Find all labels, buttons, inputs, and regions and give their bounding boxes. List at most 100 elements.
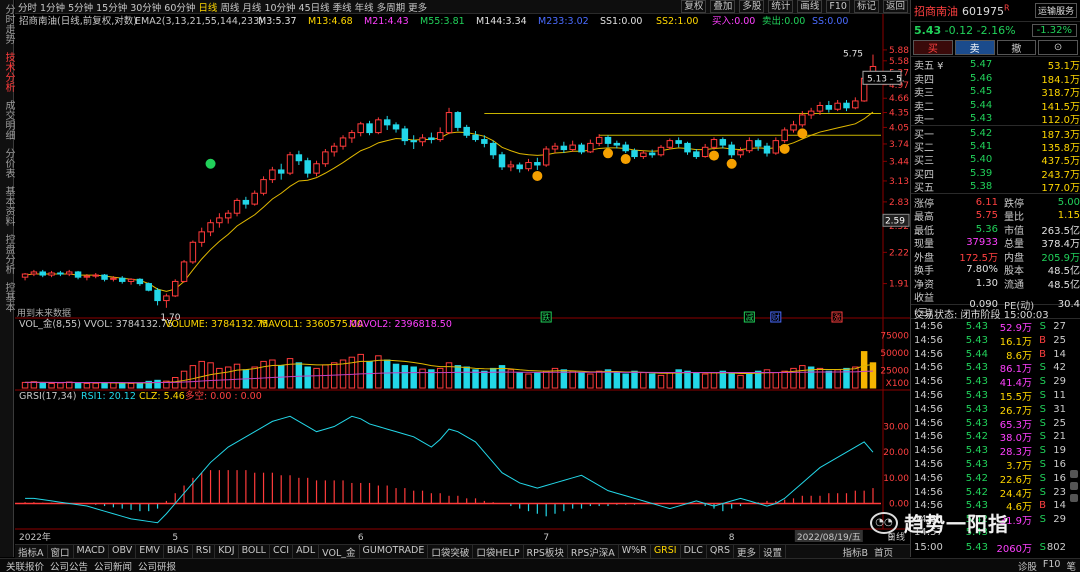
period-tab-2[interactable]: 5分钟 <box>68 0 93 14</box>
candle[interactable] <box>657 146 665 156</box>
candle[interactable] <box>436 132 444 141</box>
indicator-tab-22[interactable]: 设置 <box>760 545 786 558</box>
candle[interactable] <box>401 128 409 142</box>
candle[interactable] <box>693 151 700 158</box>
sell-button[interactable]: 卖 <box>954 40 995 55</box>
candle[interactable] <box>640 152 647 158</box>
indicator-tab-13[interactable]: 口袋突破 <box>428 545 474 558</box>
side-tab-3[interactable]: 分价表 <box>1 148 16 178</box>
candle[interactable] <box>684 142 691 153</box>
indicator-tab-15[interactable]: RPS板块 <box>524 545 568 558</box>
candle[interactable] <box>163 295 170 302</box>
candle[interactable] <box>542 148 550 166</box>
order-book-row[interactable]: 卖二 5.44 141.5万 <box>911 98 1080 113</box>
top-button-4[interactable]: 画线 <box>797 0 823 13</box>
scroll-up-handle[interactable] <box>1070 470 1078 478</box>
candle[interactable] <box>622 144 629 152</box>
order-book-row[interactable]: 买四 5.39 243.7万 <box>911 166 1080 181</box>
top-button-3[interactable]: 统计 <box>768 0 794 13</box>
status-link-3[interactable]: 公司研报 <box>138 559 176 572</box>
indicator-tab-2[interactable]: MACD <box>74 545 109 558</box>
candle[interactable] <box>313 163 320 174</box>
status-right-1[interactable]: F10 <box>1043 559 1061 572</box>
candle[interactable] <box>207 222 214 233</box>
candle[interactable] <box>251 192 258 205</box>
top-button-1[interactable]: 叠加 <box>710 0 736 13</box>
candle[interactable] <box>816 105 824 112</box>
candle[interactable] <box>489 142 497 156</box>
candle[interactable] <box>675 140 682 144</box>
indicator-tab-8[interactable]: BOLL <box>239 545 270 558</box>
candle[interactable] <box>339 137 347 147</box>
candle[interactable] <box>737 150 744 156</box>
indicator-tab-3[interactable]: OBV <box>109 545 137 558</box>
candle[interactable] <box>595 136 603 144</box>
candle[interactable] <box>136 278 144 285</box>
candle[interactable] <box>357 123 364 134</box>
order-book-row[interactable]: 买二 5.41 135.8万 <box>911 139 1080 154</box>
indicator-tab-11[interactable]: VOL_金 <box>319 545 360 558</box>
indicator-tab-18[interactable]: GRSI <box>651 545 681 558</box>
indicator-tab-6[interactable]: RSI <box>193 545 216 558</box>
more-trade-button[interactable]: ⊙ <box>1038 40 1078 55</box>
indicator-right-0[interactable]: 指标B <box>839 545 871 558</box>
period-tab-4[interactable]: 30分钟 <box>130 0 161 14</box>
candle[interactable] <box>419 137 426 143</box>
candle[interactable] <box>366 123 373 134</box>
order-book-row[interactable]: 买一 5.42 187.3万 <box>911 124 1080 141</box>
indicator-tab-10[interactable]: ADL <box>293 545 320 558</box>
order-book-row[interactable]: 买三 5.40 437.5万 <box>911 152 1080 167</box>
candle[interactable] <box>295 154 303 162</box>
side-tab-0[interactable]: 分时走势 <box>1 4 16 44</box>
candle[interactable] <box>604 136 612 144</box>
indicator-tab-1[interactable]: 窗口 <box>48 545 74 558</box>
candle[interactable] <box>516 164 523 170</box>
order-book-row[interactable]: 卖三 5.45 318.7万 <box>911 84 1080 99</box>
candle[interactable] <box>348 132 356 139</box>
candle[interactable] <box>507 164 515 168</box>
candle[interactable] <box>118 277 126 282</box>
candle[interactable] <box>216 217 223 224</box>
order-book-row[interactable]: 卖五 ¥5.47 53.1万 <box>911 57 1080 72</box>
candle[interactable] <box>224 212 232 219</box>
period-tab-8[interactable]: 月线 <box>242 0 261 14</box>
period-tab-0[interactable]: 分时 <box>18 0 37 14</box>
candle[interactable] <box>110 277 117 280</box>
candle[interactable] <box>428 137 435 141</box>
top-button-6[interactable]: 标记 <box>853 0 879 13</box>
candle[interactable] <box>154 289 161 302</box>
candle[interactable] <box>631 150 638 158</box>
candle[interactable] <box>269 169 276 181</box>
candle[interactable] <box>525 162 532 170</box>
candle[interactable] <box>587 142 594 153</box>
candle[interactable] <box>330 145 338 153</box>
candle[interactable] <box>322 151 329 165</box>
indicator-tab-0[interactable]: 指标A <box>15 545 48 558</box>
period-tab-11[interactable]: 季线 <box>333 0 352 14</box>
candle[interactable] <box>746 140 753 152</box>
order-book-row[interactable]: 卖四 5.46 184.1万 <box>911 71 1080 86</box>
candle[interactable] <box>534 162 541 166</box>
candle[interactable] <box>180 261 188 282</box>
candle[interactable] <box>472 134 479 141</box>
top-button-2[interactable]: 多股 <box>739 0 765 13</box>
indicator-tab-19[interactable]: DLC <box>681 545 707 558</box>
candle[interactable] <box>48 272 55 276</box>
candle[interactable] <box>569 144 576 151</box>
candle[interactable] <box>65 271 73 275</box>
kline-chart-area[interactable]: 招商南油(日线,前复权,对数)EMA2(3,13,21,55,144,233)M… <box>15 14 910 543</box>
indicator-tab-21[interactable]: 更多 <box>734 545 760 558</box>
candle[interactable] <box>560 145 568 151</box>
period-tab-14[interactable]: 更多 <box>408 0 427 14</box>
indicator-tab-12[interactable]: GUMOTRADE <box>360 545 429 558</box>
candle[interactable] <box>92 274 99 277</box>
status-right-0[interactable]: 诊股 <box>1018 559 1037 572</box>
order-book-row[interactable]: 买五 5.38 177.0万 <box>911 179 1080 194</box>
indicator-tab-9[interactable]: CCI <box>270 545 294 558</box>
order-book-row[interactable]: 卖一 5.43 112.0万 <box>911 111 1080 126</box>
indicator-right-1[interactable]: 首页 <box>871 545 896 558</box>
period-tab-6[interactable]: 日线 <box>198 0 217 14</box>
candle[interactable] <box>613 142 621 146</box>
candle[interactable] <box>375 119 382 134</box>
candle[interactable] <box>260 179 267 194</box>
